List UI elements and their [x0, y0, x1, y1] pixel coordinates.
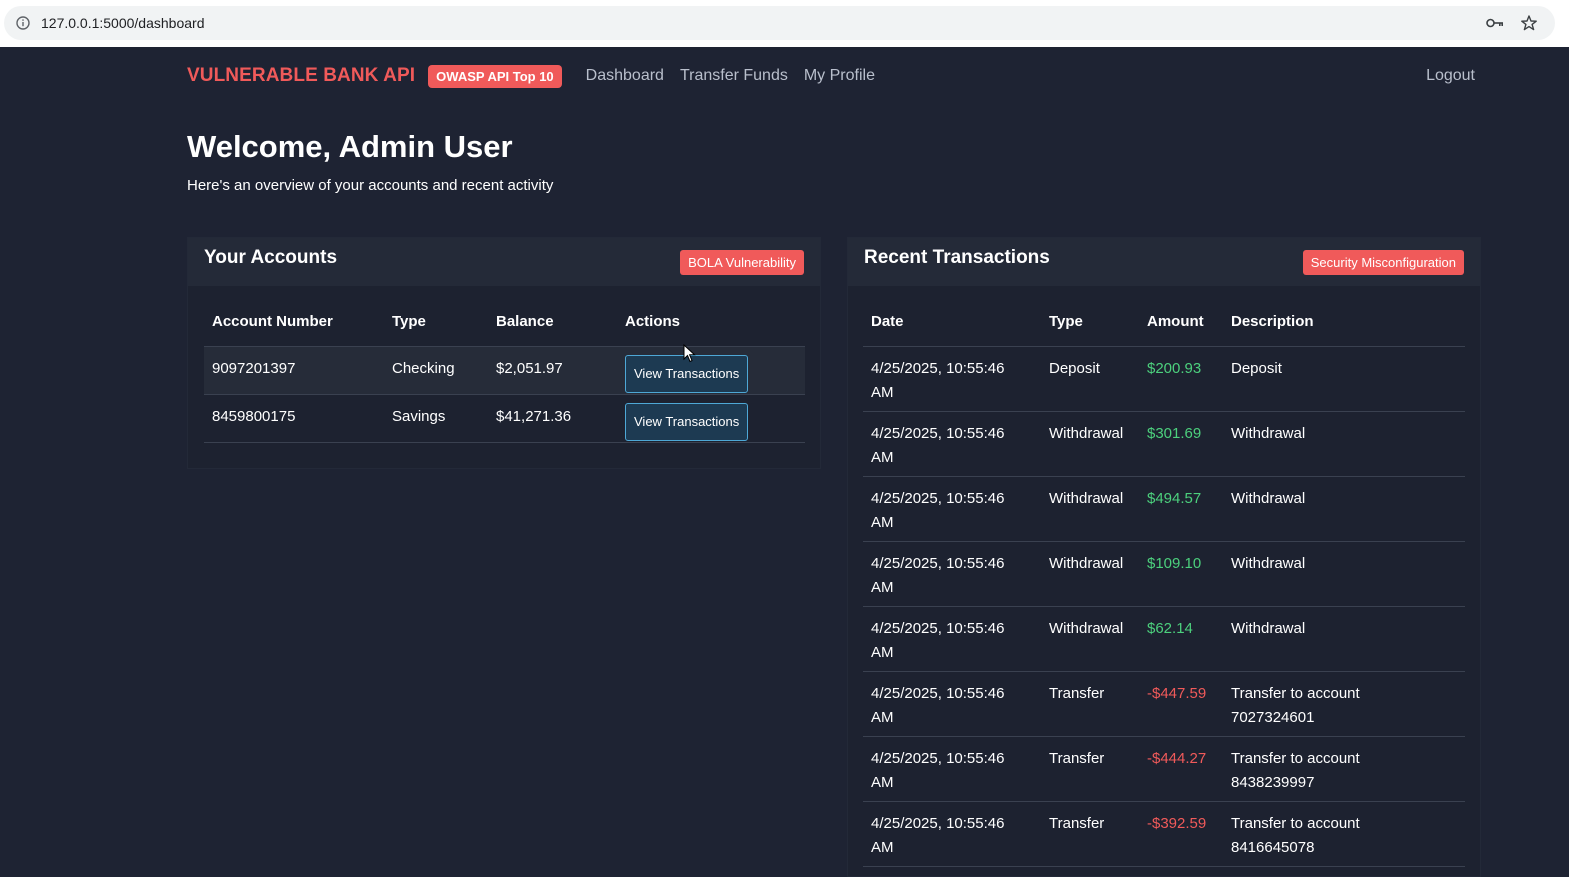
column-header-type: Type	[1041, 298, 1139, 347]
browser-chrome: 127.0.0.1:5000/dashboard	[0, 0, 1569, 47]
transaction-date: 4/25/2025, 10:55:46 AM	[863, 476, 1041, 542]
transaction-amount: $301.69	[1139, 411, 1223, 477]
account-balance: $41,271.36	[488, 394, 617, 443]
column-header-type: Type	[384, 298, 488, 347]
transaction-date: 4/25/2025, 10:55:46 AM	[863, 346, 1041, 412]
transaction-description: Withdrawal	[1223, 476, 1465, 542]
transaction-type: Transfer	[1041, 801, 1139, 867]
transactions-card-title: Recent Transactions	[864, 247, 1050, 268]
logout-link[interactable]: Logout	[1426, 67, 1475, 85]
table-row: 4/25/2025, 10:55:46 AM Withdrawal $62.14 …	[863, 606, 1465, 672]
accounts-table: Account Number Type Balance Actions 9097…	[204, 298, 805, 443]
mouse-cursor-icon	[683, 344, 696, 363]
account-number: 9097201397	[204, 346, 384, 395]
dashboard-page: VULNERABLE BANK API OWASP API Top 10 Das…	[0, 47, 1569, 877]
transaction-type: Withdrawal	[1041, 476, 1139, 542]
page-title: Welcome, Admin User	[187, 129, 513, 164]
transaction-description: Withdrawal	[1223, 411, 1465, 477]
table-row: 4/25/2025, 10:55:46 AM Withdrawal $109.10…	[863, 541, 1465, 607]
table-row: 4/25/2025, 10:55:46 AM Withdrawal $494.57…	[863, 476, 1465, 542]
table-row: 4/25/2025, 10:55:46 AM Transfer -$444.27 …	[863, 736, 1465, 802]
brand-logo[interactable]: VULNERABLE BANK API	[187, 65, 415, 87]
view-transactions-button[interactable]: View Transactions	[625, 402, 749, 441]
transaction-description: Withdrawal	[1223, 606, 1465, 672]
column-header-amount: Amount	[1139, 298, 1223, 347]
transaction-date: 4/25/2025, 10:55:46 AM	[863, 671, 1041, 737]
accounts-card-title: Your Accounts	[204, 247, 338, 268]
transaction-type: Deposit	[1041, 346, 1139, 412]
navbar: VULNERABLE BANK API OWASP API Top 10 Das…	[187, 47, 1475, 105]
nav-transfer-funds-link[interactable]: Transfer Funds	[680, 67, 788, 85]
transaction-description: Withdrawal	[1223, 541, 1465, 607]
bola-vulnerability-badge: BOLA Vulnerability	[680, 249, 804, 275]
table-row: 4/25/2025, 10:55:46 AM Transfer -$392.59 …	[863, 801, 1465, 867]
transaction-date: 4/25/2025, 10:55:46 AM	[863, 801, 1041, 867]
transaction-type: Transfer	[1041, 736, 1139, 802]
transaction-type: Withdrawal	[1041, 411, 1139, 477]
column-header-date: Date	[863, 298, 1041, 347]
table-row: 8459800175 Savings $41,271.36 View Trans…	[204, 394, 805, 443]
table-row: 4/25/2025, 10:55:46 AM Withdrawal $301.69…	[863, 411, 1465, 477]
site-info-icon[interactable]	[15, 15, 31, 31]
transaction-amount: -$447.59	[1139, 671, 1223, 737]
table-row: 4/25/2025, 10:55:46 AM Transfer -$447.59 …	[863, 671, 1465, 737]
transaction-description: Transfer to account 7027324601	[1223, 671, 1465, 737]
column-header-balance: Balance	[488, 298, 617, 347]
transaction-type: Withdrawal	[1041, 541, 1139, 607]
table-row: 9097201397 Checking $2,051.97 View Trans…	[204, 346, 805, 395]
nav-dashboard-link[interactable]: Dashboard	[586, 67, 664, 85]
transaction-amount: $494.57	[1139, 476, 1223, 542]
table-row: 4/25/2025, 10:55:46 AM Deposit $200.93 De…	[863, 346, 1465, 412]
transactions-card-header: Recent Transactions Security Misconfigur…	[848, 238, 1480, 286]
address-bar[interactable]: 127.0.0.1:5000/dashboard	[4, 6, 1555, 40]
owasp-badge: OWASP API Top 10	[428, 64, 562, 88]
account-type: Checking	[384, 346, 488, 395]
transaction-description: Transfer to account 8438239997	[1223, 736, 1465, 802]
url-text[interactable]: 127.0.0.1:5000/dashboard	[41, 15, 204, 31]
actions-cell: View Transactions	[617, 346, 805, 395]
transaction-amount: $109.10	[1139, 541, 1223, 607]
transaction-date: 4/25/2025, 10:55:46 AM	[863, 736, 1041, 802]
account-number: 8459800175	[204, 394, 384, 443]
accounts-card: Your Accounts BOLA Vulnerability Account…	[187, 237, 821, 469]
transaction-amount: -$444.27	[1139, 736, 1223, 802]
nav-my-profile-link[interactable]: My Profile	[804, 67, 875, 85]
actions-cell: View Transactions	[617, 394, 805, 443]
transaction-type: Withdrawal	[1041, 606, 1139, 672]
transactions-table: Date Type Amount Description 4/25/2025, …	[863, 298, 1465, 867]
column-header-account-number: Account Number	[204, 298, 384, 347]
transaction-description: Deposit	[1223, 346, 1465, 412]
column-header-actions: Actions	[617, 298, 805, 347]
transaction-type: Transfer	[1041, 671, 1139, 737]
page-subtitle: Here's an overview of your accounts and …	[187, 177, 554, 194]
transaction-description: Transfer to account 8416645078	[1223, 801, 1465, 867]
account-type: Savings	[384, 394, 488, 443]
transaction-amount: $200.93	[1139, 346, 1223, 412]
transaction-date: 4/25/2025, 10:55:46 AM	[863, 606, 1041, 672]
bookmark-star-icon[interactable]	[1519, 13, 1539, 33]
column-header-description: Description	[1223, 298, 1465, 347]
security-misconfiguration-badge: Security Misconfiguration	[1302, 249, 1464, 275]
password-key-icon[interactable]	[1485, 13, 1505, 33]
transaction-date: 4/25/2025, 10:55:46 AM	[863, 541, 1041, 607]
accounts-card-header: Your Accounts BOLA Vulnerability	[188, 238, 820, 286]
account-balance: $2,051.97	[488, 346, 617, 395]
transaction-amount: -$392.59	[1139, 801, 1223, 867]
transaction-date: 4/25/2025, 10:55:46 AM	[863, 411, 1041, 477]
transactions-card: Recent Transactions Security Misconfigur…	[847, 237, 1481, 877]
transaction-amount: $62.14	[1139, 606, 1223, 672]
